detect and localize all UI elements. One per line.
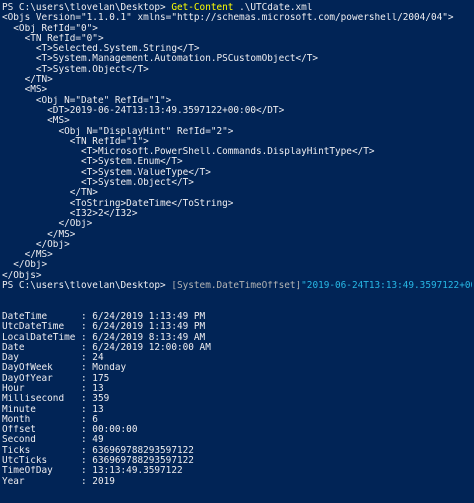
console-line: UtcTicks : 636969788293597122 bbox=[2, 456, 472, 466]
console-line: Second : 49 bbox=[2, 435, 472, 445]
console-line: </Objs> bbox=[2, 271, 472, 281]
console-line: LocalDateTime : 6/24/2019 8:13:49 AM bbox=[2, 333, 472, 343]
console-line: <T>Selected.System.String</T> bbox=[2, 44, 472, 54]
console-text: .\UTCdate.xml bbox=[233, 3, 313, 13]
console-text: Ticks : 636969788293597122 bbox=[2, 445, 194, 456]
console-text: </MS> bbox=[2, 250, 53, 261]
console-line: <T>System.ValueType</T> bbox=[2, 168, 472, 178]
console-text: Hour : 13 bbox=[2, 383, 104, 394]
console-text: <T>System.Enum</T> bbox=[2, 157, 183, 168]
console-text: UtcDateTime : 6/24/2019 1:13:49 PM bbox=[2, 322, 206, 333]
console-line: PS C:\users\tlovelan\Desktop> [System.Da… bbox=[2, 281, 472, 291]
console-line: <DT>2019-06-24T13:13:49.3597122+00:00</D… bbox=[2, 106, 472, 116]
console-text: <DT>2019-06-24T13:13:49.3597122+00:00</D… bbox=[2, 105, 285, 116]
console-line: <Obj N="Date" RefId="1"> bbox=[2, 96, 472, 106]
console-line: <Obj N="DisplayHint" RefId="2"> bbox=[2, 127, 472, 137]
console-text: <T>Microsoft.PowerShell.Commands.Display… bbox=[2, 147, 375, 158]
console-text: Millisecond : 359 bbox=[2, 394, 110, 405]
console-text: DateTime : 6/24/2019 1:13:49 PM bbox=[2, 311, 206, 322]
console-text: Day : 24 bbox=[2, 353, 104, 364]
console-line: PS C:\users\tlovelan\Desktop> Get-Conten… bbox=[2, 3, 472, 13]
console-text: </Objs> bbox=[2, 270, 42, 281]
console-line: Minute : 13 bbox=[2, 405, 472, 415]
console-text: DayOfWeek : Monday bbox=[2, 363, 127, 374]
console-text: <T>System.Object</T> bbox=[2, 64, 149, 75]
console-text: <T>System.ValueType</T> bbox=[2, 167, 211, 178]
console-line: <T>System.Object</T> bbox=[2, 65, 472, 75]
console-text: <T>System.Object</T> bbox=[2, 178, 194, 189]
console-line: </Obj> bbox=[2, 240, 472, 250]
console-text: [System.DateTimeOffset] bbox=[171, 281, 302, 292]
console-line: Offset : 00:00:00 bbox=[2, 425, 472, 435]
console-text: <TN RefId="1"> bbox=[2, 136, 149, 147]
console-text: Second : 49 bbox=[2, 435, 104, 446]
console-line: <TN RefId="0"> bbox=[2, 34, 472, 44]
console-line: DayOfYear : 175 bbox=[2, 374, 472, 384]
console-text: <Objs Version="1.1.0.1" xmlns="http://sc… bbox=[2, 13, 454, 24]
console-text: </TN> bbox=[2, 188, 98, 199]
console-line: <TN RefId="1"> bbox=[2, 137, 472, 147]
console-text: </Obj> bbox=[2, 239, 70, 250]
console-text: <ToString>DateTime</ToString> bbox=[2, 198, 234, 209]
console-text: </TN> bbox=[2, 75, 53, 86]
console-text: <MS> bbox=[2, 116, 70, 127]
console-text: <MS> bbox=[2, 85, 48, 96]
console-text: PS C:\users\tlovelan\Desktop> bbox=[2, 3, 172, 13]
console-line: Ticks : 636969788293597122 bbox=[2, 446, 472, 456]
console-line: <T>System.Management.Automation.PSCustom… bbox=[2, 54, 472, 64]
console-line: Date : 6/24/2019 12:00:00 AM bbox=[2, 343, 472, 353]
console-text: </Obj> bbox=[2, 260, 48, 271]
console-text: Month : 6 bbox=[2, 414, 98, 425]
console-text: Year : 2019 bbox=[2, 476, 115, 487]
console-line: Year : 2019 bbox=[2, 477, 472, 487]
console-line: Hour : 13 bbox=[2, 384, 472, 394]
console-line: <Obj RefId="0"> bbox=[2, 24, 472, 34]
console-text: <Obj N="DisplayHint" RefId="2"> bbox=[2, 126, 234, 137]
console-line: DateTime : 6/24/2019 1:13:49 PM bbox=[2, 312, 472, 322]
console-text: PS C:\users\tlovelan\Desktop> bbox=[2, 281, 172, 292]
console-text: <T>Selected.System.String</T> bbox=[2, 44, 200, 55]
console-line: <MS> bbox=[2, 116, 472, 126]
console-text: "2019-06-24T13:13:49.3597122+00:00" bbox=[301, 281, 472, 292]
console-line: TimeOfDay : 13:13:49.3597122 bbox=[2, 466, 472, 476]
console-line: <T>Microsoft.PowerShell.Commands.Display… bbox=[2, 147, 472, 157]
console-line: <T>System.Object</T> bbox=[2, 178, 472, 188]
console-line: </Obj> bbox=[2, 260, 472, 270]
console-text: Date : 6/24/2019 12:00:00 AM bbox=[2, 342, 211, 353]
powershell-console[interactable]: PS C:\users\tlovelan\Desktop> Get-Conten… bbox=[0, 0, 474, 503]
console-text: TimeOfDay : 13:13:49.3597122 bbox=[2, 466, 183, 477]
console-text: LocalDateTime : 6/24/2019 8:13:49 AM bbox=[2, 332, 206, 343]
console-text: Minute : 13 bbox=[2, 404, 104, 415]
console-text: <T>System.Management.Automation.PSCustom… bbox=[2, 54, 319, 65]
console-line: </TN> bbox=[2, 75, 472, 85]
console-text: DayOfYear : 175 bbox=[2, 373, 110, 384]
console-line: <ToString>DateTime</ToString> bbox=[2, 199, 472, 209]
console-line: Day : 24 bbox=[2, 353, 472, 363]
console-line: </MS> bbox=[2, 230, 472, 240]
console-line: </TN> bbox=[2, 188, 472, 198]
console-text: <TN RefId="0"> bbox=[2, 33, 104, 44]
console-line: DayOfWeek : Monday bbox=[2, 363, 472, 373]
console-text: </MS> bbox=[2, 229, 76, 240]
console-text: Get-Content bbox=[171, 3, 234, 13]
console-text: <I32>2</I32> bbox=[2, 208, 138, 219]
console-text: <Obj N="Date" RefId="1"> bbox=[2, 95, 172, 106]
console-text: Offset : 00:00:00 bbox=[2, 425, 138, 436]
console-line: </MS> bbox=[2, 250, 472, 260]
console-text: <Obj RefId="0"> bbox=[2, 23, 98, 34]
console-line: <T>System.Enum</T> bbox=[2, 157, 472, 167]
console-text: </Obj> bbox=[2, 219, 93, 230]
console-line: UtcDateTime : 6/24/2019 1:13:49 PM bbox=[2, 322, 472, 332]
console-line: Month : 6 bbox=[2, 415, 472, 425]
console-line: <Objs Version="1.1.0.1" xmlns="http://sc… bbox=[2, 13, 472, 23]
console-line: <I32>2</I32> bbox=[2, 209, 472, 219]
console-line: Millisecond : 359 bbox=[2, 394, 472, 404]
console-text: UtcTicks : 636969788293597122 bbox=[2, 456, 194, 467]
console-line: </Obj> bbox=[2, 219, 472, 229]
console-line: <MS> bbox=[2, 85, 472, 95]
